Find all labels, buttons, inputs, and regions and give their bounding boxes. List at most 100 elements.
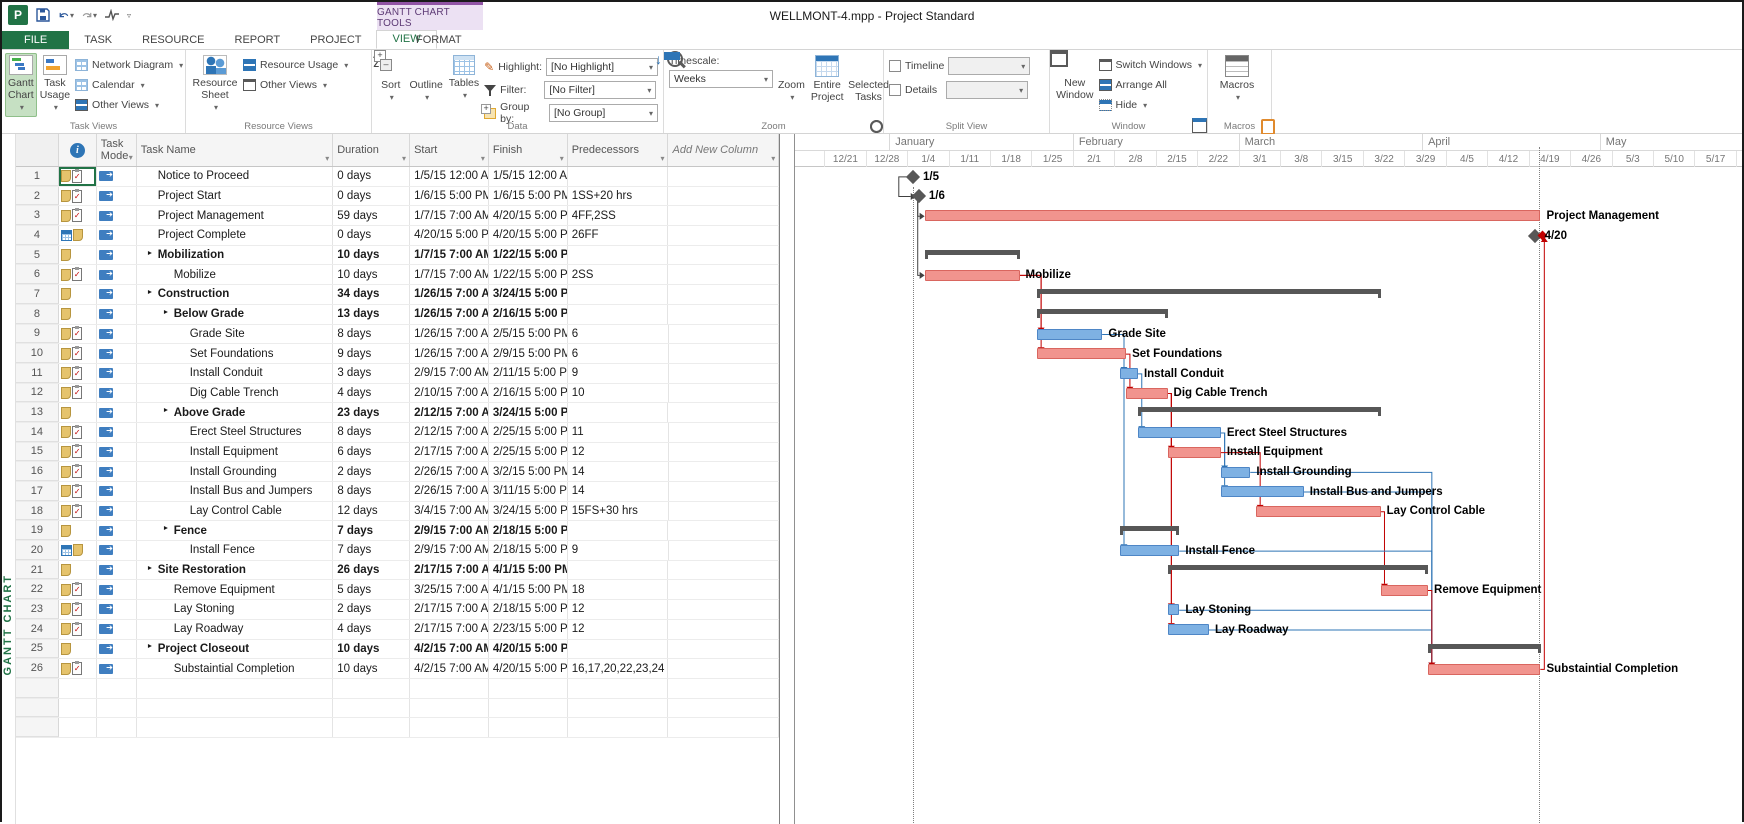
start-cell[interactable]: 2/17/15 7:00 AM xyxy=(410,600,489,619)
finish-cell[interactable]: 2/16/15 5:00 PM xyxy=(489,384,568,403)
predecessors-cell[interactable]: 10 xyxy=(568,384,669,403)
predecessors-cell[interactable]: 26FF xyxy=(568,226,669,245)
start-cell[interactable]: 1/6/15 5:00 PM xyxy=(410,187,489,206)
empty-table-row[interactable] xyxy=(16,679,779,699)
summary-bar[interactable] xyxy=(1120,526,1179,531)
duration-cell[interactable]: 26 days xyxy=(333,561,410,580)
row-number-cell[interactable]: 19 xyxy=(16,521,59,540)
tab-report[interactable]: REPORT xyxy=(220,32,296,49)
task-name-cell[interactable]: Remove Equipment xyxy=(137,580,334,599)
timeline-header[interactable]: JanuaryFebruaryMarchAprilMay 12/2112/281… xyxy=(795,134,1742,167)
task-name-cell[interactable]: Lay Stoning xyxy=(137,600,334,619)
add-new-cell[interactable] xyxy=(668,521,779,540)
add-new-cell[interactable] xyxy=(668,580,779,599)
task-mode-cell[interactable] xyxy=(97,167,137,186)
start-cell[interactable]: 2/12/15 7:00 AM xyxy=(410,403,489,422)
row-number-cell[interactable]: 3 xyxy=(16,206,59,225)
undo-dropdown-icon[interactable]: ▾ xyxy=(70,11,74,20)
gantt-bar[interactable] xyxy=(1428,664,1540,675)
predecessors-cell[interactable] xyxy=(568,403,669,422)
start-cell[interactable]: 2/12/15 7:00 AM xyxy=(410,423,489,442)
start-cell[interactable]: 2/17/15 7:00 AM xyxy=(410,620,489,639)
finish-cell[interactable]: 3/24/15 5:00 PM xyxy=(489,285,568,304)
start-cell[interactable]: 4/2/15 7:00 AM xyxy=(410,659,489,678)
finish-cell[interactable]: 2/25/15 5:00 PM xyxy=(489,443,568,462)
group-by-dropdown[interactable]: [No Group] xyxy=(549,104,658,122)
duration-cell[interactable]: 6 days xyxy=(333,443,410,462)
start-cell[interactable]: 3/4/15 7:00 AM xyxy=(410,502,489,521)
finish-cell[interactable]: 2/5/15 5:00 PM xyxy=(489,325,568,344)
task-info-cell[interactable] xyxy=(59,265,97,284)
add-new-cell[interactable] xyxy=(668,659,779,678)
task-name-cell[interactable]: Install Bus and Jumpers xyxy=(137,482,334,501)
start-cell[interactable]: 1/5/15 12:00 AM xyxy=(410,167,489,186)
add-new-cell[interactable] xyxy=(668,187,779,206)
task-info-cell[interactable] xyxy=(59,226,97,245)
finish-cell[interactable]: 2/16/15 5:00 PM xyxy=(489,305,568,324)
start-cell[interactable]: 3/25/15 7:00 AM xyxy=(410,580,489,599)
summary-bar[interactable] xyxy=(1037,309,1167,314)
header-info[interactable]: i xyxy=(59,134,97,166)
task-info-cell[interactable] xyxy=(59,325,97,344)
predecessors-cell[interactable]: 11 xyxy=(568,423,669,442)
predecessors-cell[interactable] xyxy=(568,640,669,659)
start-cell[interactable]: 1/7/15 7:00 AM xyxy=(410,246,489,265)
start-cell[interactable]: 1/26/15 7:00 AM xyxy=(410,285,489,304)
task-info-cell[interactable] xyxy=(59,285,97,304)
header-row-number[interactable] xyxy=(16,134,59,166)
switch-windows-button[interactable]: Switch Windows xyxy=(1099,56,1202,73)
task-name-cell[interactable]: Lay Roadway xyxy=(137,620,334,639)
predecessors-cell[interactable] xyxy=(568,561,669,580)
predecessors-cell[interactable]: 12 xyxy=(568,443,669,462)
start-cell[interactable]: 4/20/15 5:00 PM xyxy=(410,226,489,245)
empty-table-row[interactable] xyxy=(16,699,779,719)
finish-cell[interactable]: 4/1/15 5:00 PM xyxy=(489,561,568,580)
finish-cell[interactable]: 3/11/15 5:00 PM xyxy=(489,482,568,501)
task-mode-cell[interactable] xyxy=(97,305,137,324)
save-icon[interactable] xyxy=(35,7,51,23)
gantt-bar[interactable] xyxy=(1126,388,1167,399)
task-name-cell[interactable]: Install Equipment xyxy=(137,443,334,462)
start-cell[interactable]: 2/17/15 7:00 AM xyxy=(410,443,489,462)
finish-cell[interactable]: 1/6/15 5:00 PM xyxy=(489,187,568,206)
row-number-cell[interactable]: 22 xyxy=(16,580,59,599)
task-name-cell[interactable]: Project Start xyxy=(137,187,334,206)
finish-cell[interactable]: 2/25/15 5:00 PM xyxy=(489,423,568,442)
add-new-cell[interactable] xyxy=(668,285,779,304)
task-name-cell[interactable]: Dig Cable Trench xyxy=(137,384,334,403)
duration-cell[interactable]: 2 days xyxy=(333,600,410,619)
finish-cell[interactable]: 2/18/15 5:00 PM xyxy=(489,521,568,540)
task-info-cell[interactable] xyxy=(59,482,97,501)
collapse-triangle-icon[interactable]: ▾ xyxy=(145,644,154,653)
row-number-cell[interactable]: 4 xyxy=(16,226,59,245)
hide-button[interactable]: Hide xyxy=(1099,96,1202,113)
task-name-cell[interactable]: ▾Site Restoration xyxy=(137,561,334,580)
gantt-bar[interactable] xyxy=(1138,427,1221,438)
tab-task[interactable]: TASK xyxy=(69,32,127,49)
row-number-cell[interactable]: 6 xyxy=(16,265,59,284)
finish-cell[interactable]: 2/23/15 5:00 PM xyxy=(489,620,568,639)
task-name-cell[interactable]: Install Fence xyxy=(137,541,334,560)
row-number-cell[interactable]: 18 xyxy=(16,502,59,521)
add-new-cell[interactable] xyxy=(668,226,779,245)
task-name-cell[interactable]: ▾Below Grade xyxy=(137,305,334,324)
predecessors-cell[interactable]: 12 xyxy=(568,620,669,639)
predecessors-cell[interactable]: 9 xyxy=(568,541,669,560)
task-name-cell[interactable]: ▾Mobilization xyxy=(137,246,334,265)
add-new-cell[interactable] xyxy=(668,265,779,284)
summary-bar[interactable] xyxy=(1168,565,1428,570)
task-name-cell[interactable]: Mobilize xyxy=(137,265,334,284)
start-cell[interactable]: 1/26/15 7:00 AM xyxy=(410,344,489,363)
redo-icon[interactable]: ▾ xyxy=(81,7,97,23)
duration-cell[interactable]: 59 days xyxy=(333,206,410,225)
task-mode-cell[interactable] xyxy=(97,246,137,265)
row-number-cell[interactable]: 16 xyxy=(16,462,59,481)
task-mode-cell[interactable] xyxy=(97,285,137,304)
row-number-cell[interactable]: 24 xyxy=(16,620,59,639)
filter-arrow-icon[interactable]: ▾ xyxy=(402,154,406,163)
task-name-cell[interactable]: Install Grounding xyxy=(137,462,334,481)
task-info-cell[interactable] xyxy=(59,462,97,481)
task-name-cell[interactable]: ▾Construction xyxy=(137,285,334,304)
gantt-bar[interactable] xyxy=(1037,329,1102,340)
row-number-cell[interactable]: 5 xyxy=(16,246,59,265)
